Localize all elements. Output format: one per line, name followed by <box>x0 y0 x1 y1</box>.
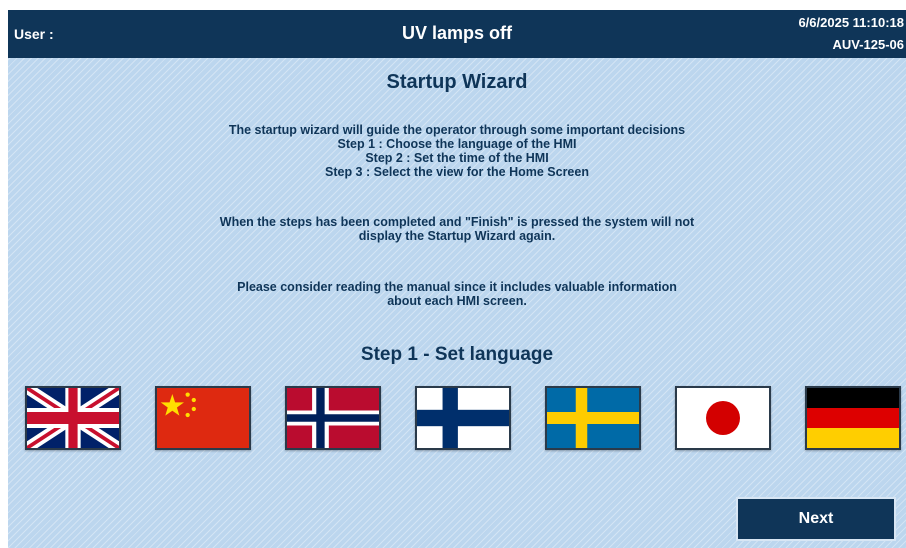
finland-flag-icon <box>417 388 509 448</box>
language-button-german[interactable] <box>805 386 901 450</box>
language-button-norwegian[interactable] <box>285 386 381 450</box>
machine-id: AUV-125-06 <box>832 37 904 52</box>
step-title: Step 1 - Set language <box>360 344 554 365</box>
norway-flag-icon <box>287 388 379 448</box>
sweden-flag-icon <box>547 388 639 448</box>
next-button[interactable]: Next <box>736 497 896 541</box>
finish-text: When the steps has been completed and "F… <box>8 215 906 243</box>
datetime-display: 6/6/2025 11:10:18 <box>798 15 904 30</box>
page-title: Startup Wizard <box>386 71 528 93</box>
hmi-screen: User : UV lamps off 6/6/2025 11:10:18 AU… <box>8 10 906 548</box>
manual-line: Please consider reading the manual since… <box>237 280 677 294</box>
finish-line: display the Startup Wizard again. <box>358 229 556 243</box>
header-bar: User : UV lamps off 6/6/2025 11:10:18 AU… <box>8 10 906 58</box>
manual-line: about each HMI screen. <box>387 294 527 308</box>
intro-text: The startup wizard will guide the operat… <box>8 123 906 179</box>
intro-line: Step 1 : Choose the language of the HMI <box>337 137 577 151</box>
status-title: UV lamps off <box>401 23 512 43</box>
language-button-chinese[interactable] <box>155 386 251 450</box>
intro-line: Step 3 : Select the view for the Home Sc… <box>325 165 589 179</box>
intro-line: Step 2 : Set the time of the HMI <box>365 151 549 165</box>
manual-text: Please consider reading the manual since… <box>8 280 906 308</box>
language-button-finnish[interactable] <box>415 386 511 450</box>
china-flag-icon <box>157 388 249 448</box>
language-button-swedish[interactable] <box>545 386 641 450</box>
uk-flag-icon <box>27 388 119 448</box>
germany-flag-icon <box>807 388 899 448</box>
language-button-english[interactable] <box>25 386 121 450</box>
intro-line: The startup wizard will guide the operat… <box>228 123 686 137</box>
language-button-japanese[interactable] <box>675 386 771 450</box>
finish-line: When the steps has been completed and "F… <box>219 215 695 229</box>
japan-flag-icon <box>677 388 769 448</box>
